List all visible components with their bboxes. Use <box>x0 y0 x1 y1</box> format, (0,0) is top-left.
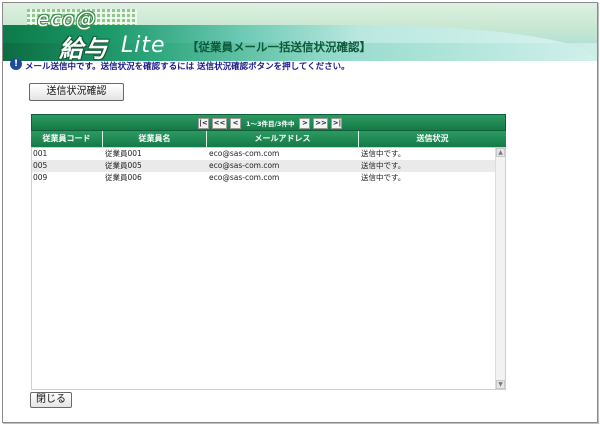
cell-employee-name: 従業員005 <box>105 161 142 170</box>
close-button[interactable]: 閉じる <box>30 392 72 408</box>
cell-email: eco@sas-com.com <box>209 161 280 170</box>
cell-email: eco@sas-com.com <box>209 149 280 158</box>
logo-eco: eco@ <box>37 7 97 31</box>
cell-employee-name: 従業員006 <box>105 173 142 182</box>
column-header-employee-code[interactable]: 従業員コード <box>31 131 103 147</box>
cell-email: eco@sas-com.com <box>209 173 280 182</box>
column-header-status[interactable]: 送信状況 <box>359 131 506 147</box>
instruction-text: メール送信中です。送信状況を確認するには 送信状況確認ボタンを押してください。 <box>25 62 350 72</box>
cell-status: 送信中です。 <box>361 161 406 170</box>
cell-status: 送信中です。 <box>361 149 406 158</box>
last-page-icon[interactable]: >| <box>331 117 343 129</box>
column-header-email[interactable]: メールアドレス <box>207 131 359 147</box>
next-page-icon[interactable]: > <box>299 117 311 129</box>
pager-controls: |< << < 1～3件目/3件中 > >> >| <box>198 117 343 129</box>
table-body: 001 従業員001 eco@sas-com.com 送信中です。 005 従業… <box>31 147 506 390</box>
next-page-group-icon[interactable]: >> <box>313 117 329 129</box>
cell-employee-name: 従業員001 <box>105 149 142 158</box>
column-header-employee-name[interactable]: 従業員名 <box>103 131 207 147</box>
pager-bar: |< << < 1～3件目/3件中 > >> >| <box>31 114 506 131</box>
scroll-up-icon[interactable]: ▲ <box>496 148 505 157</box>
page-title: 【従業員メール一括送信状況確認】 <box>187 40 371 54</box>
vertical-scrollbar[interactable]: ▲ ▼ <box>495 148 505 389</box>
cell-employee-code: 009 <box>33 173 48 182</box>
cell-employee-code: 001 <box>33 149 48 158</box>
table-row[interactable]: 009 従業員006 eco@sas-com.com 送信中です。 <box>32 172 505 184</box>
cell-status: 送信中です。 <box>361 173 406 182</box>
prev-page-group-icon[interactable]: << <box>212 117 227 129</box>
header-banner: eco@ 給与 Lite 【従業員メール一括送信状況確認】 <box>3 3 597 63</box>
first-page-icon[interactable]: |< <box>198 117 209 129</box>
cell-employee-code: 005 <box>33 161 48 170</box>
table-row[interactable]: 005 従業員005 eco@sas-com.com 送信中です。 <box>32 160 505 172</box>
scroll-down-icon[interactable]: ▼ <box>496 380 505 389</box>
page-info: 1～3件目/3件中 <box>246 120 295 128</box>
logo-kyuyo: 給与 <box>59 34 107 63</box>
table-row[interactable]: 001 従業員001 eco@sas-com.com 送信中です。 <box>32 148 505 160</box>
status-check-button[interactable]: 送信状況確認 <box>29 83 124 101</box>
info-icon: ! <box>10 58 22 70</box>
logo-lite: Lite <box>121 33 166 58</box>
prev-page-icon[interactable]: < <box>230 117 241 129</box>
window-frame: eco@ 給与 Lite 【従業員メール一括送信状況確認】 ! メール送信中です… <box>2 2 598 423</box>
table-header: 従業員コード 従業員名 メールアドレス 送信状況 <box>31 131 506 147</box>
